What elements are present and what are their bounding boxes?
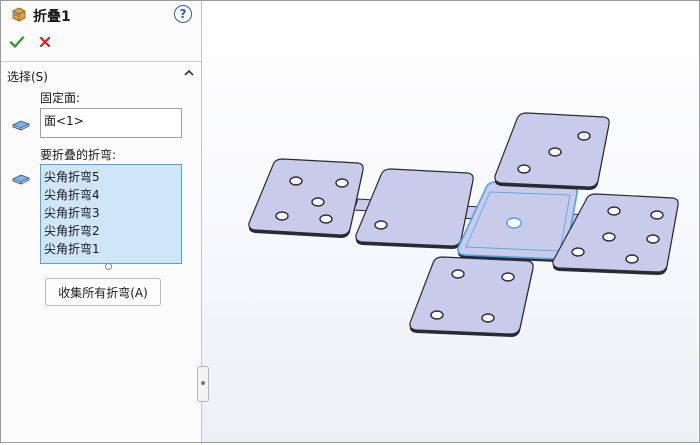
flat-pattern-model[interactable] xyxy=(202,1,698,442)
sheetmetal-part-icon xyxy=(12,7,26,22)
panel-title: 折叠1 xyxy=(33,9,71,25)
cancel-icon[interactable] xyxy=(37,34,53,50)
graphics-viewport[interactable] xyxy=(202,1,698,442)
left-plate[interactable] xyxy=(248,158,364,238)
ok-icon[interactable] xyxy=(9,34,25,50)
bottom-plate[interactable] xyxy=(409,256,534,337)
header-divider xyxy=(1,61,201,62)
face-icon xyxy=(12,174,30,185)
panel-header: 折叠1 ? xyxy=(1,1,201,29)
list-item[interactable]: 尖角折弯5 xyxy=(44,168,100,185)
bends-label: 要折叠的折弯: xyxy=(40,148,117,162)
collapse-icon[interactable] xyxy=(183,67,195,79)
face-icon xyxy=(12,120,30,131)
top-plate[interactable] xyxy=(494,112,610,190)
center-left-plate[interactable] xyxy=(355,168,474,249)
list-item[interactable]: 尖角折弯1 xyxy=(44,240,100,257)
fixed-face-value: 面<1> xyxy=(44,114,84,128)
splitter-grip xyxy=(201,381,205,385)
collect-all-bends-button[interactable]: 收集所有折弯(A) xyxy=(45,278,161,306)
list-item[interactable]: 尖角折弯3 xyxy=(44,204,100,221)
list-item[interactable]: 尖角折弯2 xyxy=(44,222,100,239)
property-manager-panel: 折叠1 ? 选择(S) 固定面: 面<1> 要折叠的折弯: 尖角折弯5 尖角折弯… xyxy=(1,1,202,442)
bends-list[interactable]: 尖角折弯5 尖角折弯4 尖角折弯3 尖角折弯2 尖角折弯1 xyxy=(40,164,182,264)
panel-splitter-handle[interactable] xyxy=(197,366,209,402)
fixed-face-label: 固定面: xyxy=(40,91,81,105)
help-icon[interactable]: ? xyxy=(174,5,192,23)
selection-group-title[interactable]: 选择(S) xyxy=(7,68,48,85)
list-resize-handle[interactable] xyxy=(105,263,112,270)
list-item[interactable]: 尖角折弯4 xyxy=(44,186,100,203)
fixed-face-field[interactable]: 面<1> xyxy=(40,108,182,138)
